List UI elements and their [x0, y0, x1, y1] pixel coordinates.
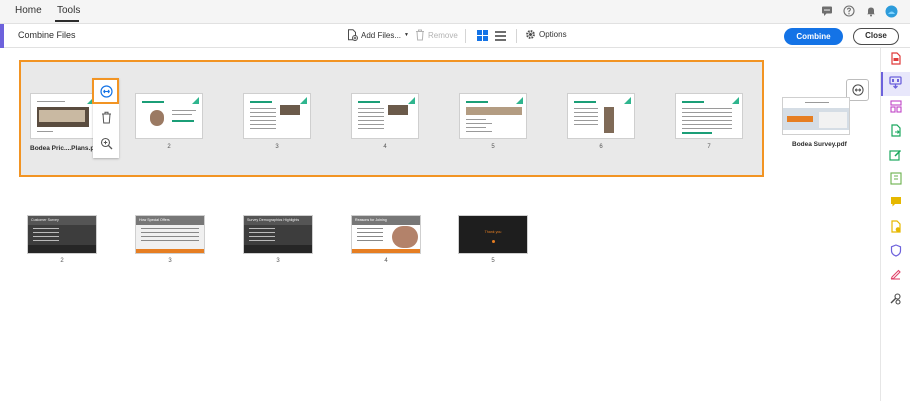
file-thumbnail[interactable]: [782, 97, 850, 135]
scan-icon[interactable]: [888, 220, 903, 235]
page-thumbnail[interactable]: [459, 93, 527, 139]
tab-home[interactable]: Home: [15, 5, 42, 16]
add-files-button[interactable]: Add Files... ▼: [347, 29, 409, 41]
options-button[interactable]: Options: [525, 29, 567, 40]
zoom-icon[interactable]: [93, 130, 119, 156]
remove-label: Remove: [428, 30, 458, 40]
create-pdf-icon[interactable]: [888, 52, 903, 67]
gear-icon: [526, 30, 535, 39]
combine-button[interactable]: Combine: [784, 28, 843, 45]
page-title: Combine Files: [18, 30, 76, 40]
active-tab-indicator: [55, 20, 79, 22]
combine-files-icon[interactable]: [888, 76, 903, 91]
profile-avatar[interactable]: [885, 5, 898, 18]
list-view-icon[interactable]: [495, 30, 506, 41]
help-icon[interactable]: [842, 5, 855, 18]
organize-pages-icon[interactable]: [888, 100, 903, 115]
highlight-box: [92, 78, 119, 104]
file-thumbnail[interactable]: [30, 93, 98, 139]
trash-icon: [416, 29, 424, 41]
protect-icon[interactable]: [888, 244, 903, 259]
file-name: Bodea Survey.pdf: [792, 141, 847, 148]
slide-thumbnail[interactable]: Thank you: [458, 215, 528, 254]
page-number: 6: [599, 144, 603, 150]
page-thumbnail[interactable]: [675, 93, 743, 139]
slide-thumbnail[interactable]: Reasons for Joining: [351, 215, 421, 254]
page-thumbnail[interactable]: [135, 93, 203, 139]
bell-icon[interactable]: [864, 5, 877, 18]
tab-tools[interactable]: Tools: [57, 5, 80, 16]
trash-icon[interactable]: [93, 104, 119, 130]
chevron-down-icon: ▼: [404, 32, 409, 38]
menu-bar: Home Tools: [0, 0, 910, 24]
add-files-label: Add Files...: [361, 30, 402, 40]
slide-title: Reasons for Joining: [352, 216, 420, 225]
chat-icon[interactable]: [820, 5, 833, 18]
page-thumbnail[interactable]: [567, 93, 635, 139]
options-label: Options: [539, 30, 567, 39]
page-number: 7: [707, 144, 711, 150]
slide-title: How Special Offers: [136, 216, 204, 225]
compress-icon[interactable]: [888, 172, 903, 187]
expand-pages-icon: [851, 84, 864, 96]
slide-title: Thank you: [484, 230, 502, 234]
page-number: 3: [168, 258, 172, 264]
slide-title: Customer Survey: [28, 216, 96, 225]
page-number: 5: [491, 258, 495, 264]
page-number: 3: [275, 144, 279, 150]
page-number: 4: [383, 144, 387, 150]
more-tools-icon[interactable]: [888, 292, 903, 307]
slide-title: Survey Demographics Highlights: [244, 216, 312, 225]
close-button[interactable]: Close: [853, 28, 899, 45]
active-tool-indicator: [881, 72, 883, 96]
combine-toolbar: Combine Files Add Files... ▼ Remove Opti…: [0, 24, 910, 48]
slide-thumbnail[interactable]: Customer Survey: [27, 215, 97, 254]
tools-rail: [880, 48, 910, 401]
page-number: 4: [384, 258, 388, 264]
slide-thumbnail[interactable]: Survey Demographics Highlights: [243, 215, 313, 254]
page-thumbnail[interactable]: [243, 93, 311, 139]
toolbar-divider: [516, 29, 517, 43]
grid-view-icon[interactable]: [477, 30, 488, 41]
edit-pdf-icon[interactable]: [888, 148, 903, 163]
sign-icon[interactable]: [888, 268, 903, 283]
comment-icon[interactable]: [888, 196, 903, 211]
toolbar-divider: [465, 29, 466, 43]
toolbar-accent: [0, 24, 4, 48]
page-number: 3: [276, 258, 280, 264]
export-pdf-icon[interactable]: [888, 124, 903, 139]
slide-thumbnail[interactable]: How Special Offers: [135, 215, 205, 254]
page-number: 2: [60, 258, 64, 264]
remove-button[interactable]: Remove: [415, 29, 458, 41]
add-file-icon: [348, 29, 358, 41]
page-number: 2: [167, 144, 171, 150]
page-number: 5: [491, 144, 495, 150]
page-thumbnail[interactable]: [351, 93, 419, 139]
